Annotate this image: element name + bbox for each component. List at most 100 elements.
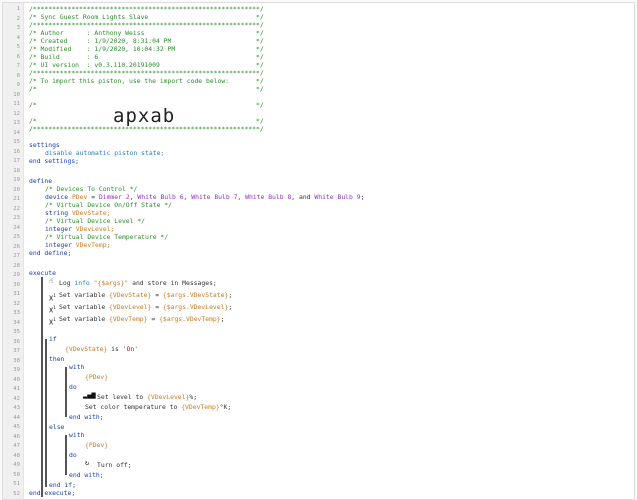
string-keyword: string [45,209,69,217]
device-name: PDev [71,193,88,201]
variable-x-sup-3: 1 [53,317,56,322]
variable-x-icon: X1 [49,291,56,303]
with-keyword-2: with [69,431,85,439]
set1-eq: = [151,291,163,299]
set-level-statement[interactable]: Set level to {VDevLevel}%; [97,393,197,402]
device-dimmer-2: Dimmer 2 [98,193,130,201]
turn-off-statement[interactable]: Turn off; [97,461,132,470]
end-settings-keyword: end settings; [29,157,80,165]
set2-semi: ; [228,303,233,311]
line-number: 21 [13,196,20,202]
line-number: 24 [13,224,20,231]
device-sep-3: , [237,193,246,201]
line-number: 13 [13,120,20,126]
line-number: 3 [16,25,20,31]
log-level: info [74,279,90,287]
set2-eq: = [151,303,163,311]
line-number: 8 [16,72,20,79]
line-number: 35 [13,329,20,335]
power-icon: ↻ [85,459,90,467]
device-white-bulb-8: White Bulb 8 [245,193,292,201]
log-statement[interactable]: Log info "{$args}" and store in Messages… [59,279,217,288]
device-equals: = [87,193,99,201]
set3-value: {$args.VDevTemp} [159,315,221,323]
line-number: 15 [13,139,20,145]
line-number: 26 [13,243,20,250]
line-number: 39 [13,367,20,373]
if-condition[interactable]: {VDevState} is 'On' [65,345,138,354]
code-line-11: /* */ [29,85,264,93]
code-editor[interactable]: 1 2 3 4 5 6 7 8 9 10 11 12 13 14 15 16 17 18 19 20 21 22 23 24 2… [2,2,635,500]
line-number: 44 [13,414,20,421]
temp-suffix: °K; [219,403,232,411]
line-number: 9 [16,82,20,88]
set-variable-state[interactable]: Set variable {VDevState} = {$args.VDevSt… [59,291,232,300]
do-keyword: do [69,383,77,391]
state-var: VDevState; [71,209,111,217]
temp-value: {VDevTemp} [181,403,220,411]
line-number: 22 [13,205,20,212]
line-number: 42 [13,395,20,402]
line-number: 38 [13,357,20,364]
line-number: 6 [16,53,20,60]
line-number: 52 [13,490,20,497]
line-number: 23 [13,215,20,221]
else-keyword: else [49,423,65,431]
set2-value: {$args.VDevLevel} [162,303,229,311]
signal-bars-icon: ▂▄▆ [83,391,96,399]
set-variable-temp[interactable]: Set variable {VDevTemp} = {$args.VDevTem… [59,315,224,324]
device-keyword: device [45,193,69,201]
set-prefix-3: Set variable [59,315,110,323]
level-value: {VDevLevel} [147,393,190,401]
set2-var: {VDevLevel} [109,303,152,311]
variable-x-sup-2: 1 [53,305,56,310]
device-white-bulb-9: White Bulb 9 [314,193,361,201]
line-number: 29 [13,272,20,278]
line-number: 7 [16,63,20,69]
device-semicolon: ; [360,193,365,201]
then-keyword: then [49,355,65,363]
set-temp-statement[interactable]: Set color temperature to {VDevTemp}°K; [85,403,231,412]
log-message: "{$args}" [89,279,129,287]
line-number: 11 [13,101,20,107]
line-number: 1 [16,6,20,12]
line-number: 2 [16,15,20,22]
cond-value: 'On' [122,345,139,353]
if-block-bar [45,339,47,487]
integer-keyword-2: integer [45,241,72,249]
else-with-bar [65,435,67,475]
line-number: 10 [13,91,20,98]
set3-var: {VDevTemp} [109,315,148,323]
set-variable-level[interactable]: Set variable {VDevLevel} = {$args.VDevLe… [59,303,232,312]
variable-x-sup: 1 [53,293,56,298]
then-with-bar [65,367,67,417]
variable-x-icon-2: X1 [49,303,56,315]
line-number: 49 [13,462,20,468]
line-number: 45 [13,424,20,430]
line-number: 32 [13,300,20,307]
line-number: 16 [13,148,20,155]
line-number: 48 [13,452,20,459]
line-number: 25 [13,234,20,240]
with-device-2[interactable]: {PDev} [85,441,108,450]
end-execute-keyword: end execute; [29,489,76,497]
level-var: VDevLevel; [75,225,115,233]
line-number: 43 [13,405,20,411]
set-prefix-2: Set variable [59,303,110,311]
line-number: 27 [13,253,20,259]
line-number: 18 [13,167,20,174]
integer-keyword: integer [45,225,72,233]
line-number: 51 [13,481,20,487]
line-number: 47 [13,443,20,449]
line-number-gutter: 1 2 3 4 5 6 7 8 9 10 11 12 13 14 15 16 17 18 19 20 21 22 23 24 2… [3,3,24,499]
line-number: 36 [13,338,20,345]
log-suffix: and store in Messages; [128,279,217,287]
line-number: 14 [13,129,20,136]
if-keyword: if [49,335,57,343]
line-number: 41 [13,386,20,392]
set1-semi: ; [228,291,233,299]
end-with-keyword-2: end with; [69,471,104,479]
hand-pointer-icon: ☝ [49,277,54,285]
variable-x-icon-3: X1 [49,315,56,327]
with-device[interactable]: {PDev} [85,373,108,382]
